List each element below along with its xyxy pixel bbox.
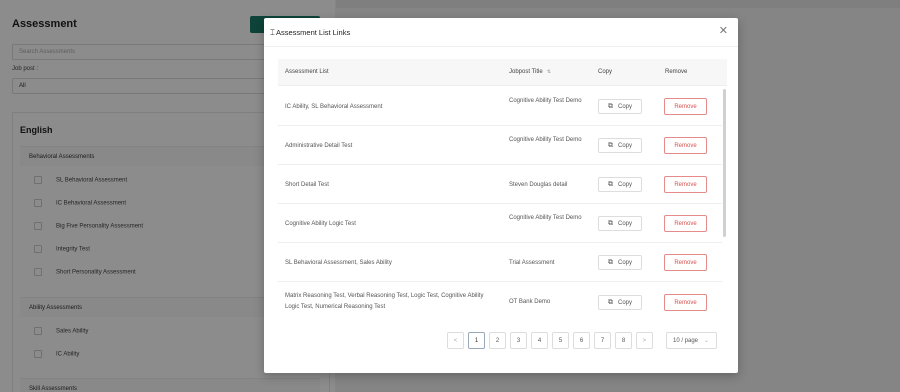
table-header: Assessment List Jobpost Title ⇅ Copy Remo… bbox=[278, 59, 727, 86]
assessment-list-cell: Short Detail Test bbox=[285, 182, 329, 188]
page-button-5[interactable]: 5 bbox=[552, 332, 569, 349]
remove-button[interactable]: Remove bbox=[664, 254, 707, 271]
remove-button[interactable]: Remove bbox=[664, 294, 707, 311]
modal-title: Assessment List Links bbox=[276, 28, 351, 37]
copy-button[interactable]: ⧉ Copy bbox=[598, 177, 642, 192]
column-jobpost-title[interactable]: Jobpost Title ⇅ bbox=[509, 69, 551, 75]
copy-button[interactable]: ⧉ Copy bbox=[598, 255, 642, 270]
column-remove: Remove bbox=[665, 69, 688, 75]
page-button-8[interactable]: 8 bbox=[615, 332, 632, 349]
copy-icon: ⧉ bbox=[607, 298, 613, 306]
table-scrollbar[interactable] bbox=[723, 89, 726, 237]
column-copy: Copy bbox=[598, 69, 613, 75]
copy-button[interactable]: ⧉ Copy bbox=[598, 99, 642, 114]
pagination: < 1 2 3 4 5 6 7 8 > 10 / page ⌄ bbox=[447, 332, 717, 350]
copy-button[interactable]: ⧉ Copy bbox=[598, 295, 642, 310]
copy-button[interactable]: ⧉ Copy bbox=[598, 138, 642, 153]
mouse-cursor-icon: ⌶ bbox=[270, 28, 275, 37]
table-row: Cognitive Ability Logic Test Cognitive A… bbox=[278, 205, 722, 243]
prev-page-button[interactable]: < bbox=[447, 332, 464, 349]
table-row: SL Behavioral Assessment, Sales Ability … bbox=[278, 244, 722, 282]
sort-icon[interactable]: ⇅ bbox=[547, 69, 551, 75]
assessment-list-cell: Administrative Detail Test bbox=[285, 143, 353, 149]
copy-icon: ⧉ bbox=[607, 258, 613, 266]
page-button-2[interactable]: 2 bbox=[489, 332, 506, 349]
page-button-3[interactable]: 3 bbox=[510, 332, 527, 349]
close-icon[interactable]: ✕ bbox=[719, 25, 728, 37]
jobpost-cell: Cognitive Ability Test Demo bbox=[509, 215, 582, 221]
jobpost-cell: Cognitive Ability Test Demo bbox=[509, 98, 582, 104]
remove-button[interactable]: Remove bbox=[664, 98, 707, 115]
assessment-list-cell: Cognitive Ability Logic Test bbox=[285, 221, 356, 227]
copy-icon: ⧉ bbox=[607, 180, 613, 188]
remove-button[interactable]: Remove bbox=[664, 137, 707, 154]
table-row: IC Ability, SL Behavioral Assessment Cog… bbox=[278, 88, 722, 126]
page-size-select[interactable]: 10 / page ⌄ bbox=[666, 332, 717, 349]
copy-icon: ⧉ bbox=[607, 102, 613, 110]
jobpost-cell: Steven Douglas detail bbox=[509, 182, 568, 188]
jobpost-cell: OT Bank Demo bbox=[509, 299, 551, 305]
jobpost-cell: Trial Assessment bbox=[509, 260, 555, 266]
chevron-down-icon: ⌄ bbox=[704, 338, 710, 344]
jobpost-cell: Cognitive Ability Test Demo bbox=[509, 137, 582, 143]
assessment-list-cell: IC Ability, SL Behavioral Assessment bbox=[285, 104, 383, 110]
remove-button[interactable]: Remove bbox=[664, 176, 707, 193]
page-button-7[interactable]: 7 bbox=[594, 332, 611, 349]
copy-icon: ⧉ bbox=[607, 141, 613, 149]
page-button-4[interactable]: 4 bbox=[531, 332, 548, 349]
remove-button[interactable]: Remove bbox=[664, 215, 707, 232]
assessment-list-cell: Matrix Reasoning Test, Verbal Reasoning … bbox=[285, 293, 484, 310]
assessment-list-cell: SL Behavioral Assessment, Sales Ability bbox=[285, 260, 392, 266]
table-row: Matrix Reasoning Test, Verbal Reasoning … bbox=[278, 283, 722, 323]
assessment-links-modal: Assessment List Links ✕ Assessment List … bbox=[264, 18, 738, 373]
table-row: Short Detail Test Steven Douglas detail … bbox=[278, 166, 722, 204]
modal-header: Assessment List Links ✕ bbox=[264, 18, 738, 47]
column-assessment-list: Assessment List bbox=[285, 69, 329, 75]
page-button-6[interactable]: 6 bbox=[573, 332, 590, 349]
table-row: Administrative Detail Test Cognitive Abi… bbox=[278, 127, 722, 165]
copy-icon: ⧉ bbox=[607, 219, 613, 227]
copy-button[interactable]: ⧉ Copy bbox=[598, 216, 642, 231]
page-button-1[interactable]: 1 bbox=[468, 332, 485, 349]
next-page-button[interactable]: > bbox=[636, 332, 653, 349]
